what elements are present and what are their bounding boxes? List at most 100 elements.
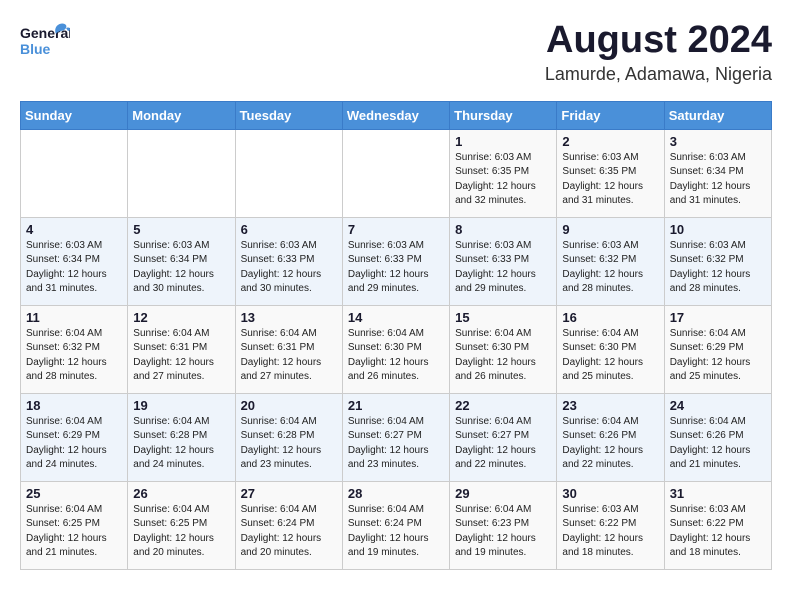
month-year-title: August 2024: [545, 20, 772, 62]
day-number: 25: [26, 486, 122, 501]
calendar-day-cell: 26 Sunrise: 6:04 AM Sunset: 6:25 PM Dayli…: [128, 481, 235, 569]
day-number: 20: [241, 398, 337, 413]
day-of-week-header: Thursday: [450, 101, 557, 129]
day-number: 1: [455, 134, 551, 149]
calendar-week-row: 18 Sunrise: 6:04 AM Sunset: 6:29 PM Dayli…: [21, 393, 772, 481]
day-of-week-header: Friday: [557, 101, 664, 129]
calendar-day-cell: 10Sunrise: 6:03 AM Sunset: 6:32 PM Dayli…: [664, 217, 771, 305]
day-number: 24: [670, 398, 766, 413]
day-info: Sunrise: 6:04 AM Sunset: 6:25 PM Dayligh…: [133, 503, 229, 561]
calendar-day-cell: [21, 129, 128, 217]
day-info: Sunrise: 6:03 AM Sunset: 6:32 PM Dayligh…: [562, 239, 658, 297]
calendar-day-cell: 17 Sunrise: 6:04 AM Sunset: 6:29 PM Dayli…: [664, 305, 771, 393]
day-info: Sunrise: 6:04 AM Sunset: 6:32 PM Dayligh…: [26, 327, 122, 385]
day-number: 30: [562, 486, 658, 501]
calendar-day-cell: 29Sunrise: 6:04 AM Sunset: 6:23 PM Dayli…: [450, 481, 557, 569]
day-info: Sunrise: 6:04 AM Sunset: 6:30 PM Dayligh…: [562, 327, 658, 385]
day-number: 5: [133, 222, 229, 237]
calendar-day-cell: 9 Sunrise: 6:03 AM Sunset: 6:32 PM Daylig…: [557, 217, 664, 305]
day-info: Sunrise: 6:04 AM Sunset: 6:30 PM Dayligh…: [348, 327, 444, 385]
calendar-header: SundayMondayTuesdayWednesdayThursdayFrid…: [21, 101, 772, 129]
day-number: 27: [241, 486, 337, 501]
day-info: Sunrise: 6:03 AM Sunset: 6:34 PM Dayligh…: [670, 151, 766, 209]
day-number: 15: [455, 310, 551, 325]
svg-text:Blue: Blue: [20, 41, 51, 57]
day-number: 2: [562, 134, 658, 149]
calendar-day-cell: 16 Sunrise: 6:04 AM Sunset: 6:30 PM Dayli…: [557, 305, 664, 393]
day-number: 6: [241, 222, 337, 237]
day-of-week-header: Wednesday: [342, 101, 449, 129]
calendar-day-cell: 11 Sunrise: 6:04 AM Sunset: 6:32 PM Dayli…: [21, 305, 128, 393]
day-info: Sunrise: 6:04 AM Sunset: 6:29 PM Dayligh…: [670, 327, 766, 385]
day-info: Sunrise: 6:04 AM Sunset: 6:31 PM Dayligh…: [133, 327, 229, 385]
calendar-week-row: 25 Sunrise: 6:04 AM Sunset: 6:25 PM Dayli…: [21, 481, 772, 569]
day-info: Sunrise: 6:03 AM Sunset: 6:33 PM Dayligh…: [348, 239, 444, 297]
page-header: General Blue August 2024 Lamurde, Adamaw…: [20, 20, 772, 85]
day-number: 22: [455, 398, 551, 413]
day-info: Sunrise: 6:03 AM Sunset: 6:34 PM Dayligh…: [26, 239, 122, 297]
calendar-day-cell: 19 Sunrise: 6:04 AM Sunset: 6:28 PM Dayli…: [128, 393, 235, 481]
day-info: Sunrise: 6:04 AM Sunset: 6:27 PM Dayligh…: [455, 415, 551, 473]
calendar-day-cell: 1 Sunrise: 6:03 AM Sunset: 6:35 PM Daylig…: [450, 129, 557, 217]
calendar-week-row: 1 Sunrise: 6:03 AM Sunset: 6:35 PM Daylig…: [21, 129, 772, 217]
calendar-day-cell: 24Sunrise: 6:04 AM Sunset: 6:26 PM Dayli…: [664, 393, 771, 481]
calendar-day-cell: 31Sunrise: 6:03 AM Sunset: 6:22 PM Dayli…: [664, 481, 771, 569]
day-info: Sunrise: 6:04 AM Sunset: 6:24 PM Dayligh…: [241, 503, 337, 561]
day-info: Sunrise: 6:04 AM Sunset: 6:28 PM Dayligh…: [133, 415, 229, 473]
day-info: Sunrise: 6:03 AM Sunset: 6:33 PM Dayligh…: [241, 239, 337, 297]
calendar-day-cell: 20Sunrise: 6:04 AM Sunset: 6:28 PM Dayli…: [235, 393, 342, 481]
calendar-day-cell: 28Sunrise: 6:04 AM Sunset: 6:24 PM Dayli…: [342, 481, 449, 569]
day-number: 3: [670, 134, 766, 149]
day-number: 11: [26, 310, 122, 325]
calendar-table: SundayMondayTuesdayWednesdayThursdayFrid…: [20, 101, 772, 570]
day-number: 23: [562, 398, 658, 413]
day-info: Sunrise: 6:04 AM Sunset: 6:31 PM Dayligh…: [241, 327, 337, 385]
location-subtitle: Lamurde, Adamawa, Nigeria: [545, 64, 772, 85]
day-of-week-header: Saturday: [664, 101, 771, 129]
day-info: Sunrise: 6:03 AM Sunset: 6:22 PM Dayligh…: [670, 503, 766, 561]
day-info: Sunrise: 6:04 AM Sunset: 6:23 PM Dayligh…: [455, 503, 551, 561]
calendar-day-cell: 2Sunrise: 6:03 AM Sunset: 6:35 PM Daylig…: [557, 129, 664, 217]
day-info: Sunrise: 6:04 AM Sunset: 6:24 PM Dayligh…: [348, 503, 444, 561]
calendar-day-cell: 14 Sunrise: 6:04 AM Sunset: 6:30 PM Dayli…: [342, 305, 449, 393]
calendar-day-cell: 21 Sunrise: 6:04 AM Sunset: 6:27 PM Dayli…: [342, 393, 449, 481]
logo: General Blue: [20, 20, 70, 60]
day-number: 21: [348, 398, 444, 413]
day-of-week-header: Monday: [128, 101, 235, 129]
calendar-day-cell: 5Sunrise: 6:03 AM Sunset: 6:34 PM Daylig…: [128, 217, 235, 305]
day-of-week-header: Sunday: [21, 101, 128, 129]
calendar-day-cell: [235, 129, 342, 217]
day-number: 13: [241, 310, 337, 325]
calendar-day-cell: 12 Sunrise: 6:04 AM Sunset: 6:31 PM Dayli…: [128, 305, 235, 393]
day-number: 7: [348, 222, 444, 237]
day-number: 19: [133, 398, 229, 413]
day-number: 14: [348, 310, 444, 325]
calendar-day-cell: [342, 129, 449, 217]
calendar-day-cell: 15 Sunrise: 6:04 AM Sunset: 6:30 PM Dayli…: [450, 305, 557, 393]
day-number: 17: [670, 310, 766, 325]
day-number: 9: [562, 222, 658, 237]
calendar-day-cell: 22 Sunrise: 6:04 AM Sunset: 6:27 PM Dayli…: [450, 393, 557, 481]
calendar-day-cell: 23 Sunrise: 6:04 AM Sunset: 6:26 PM Dayli…: [557, 393, 664, 481]
day-number: 16: [562, 310, 658, 325]
calendar-day-cell: 7 Sunrise: 6:03 AM Sunset: 6:33 PM Daylig…: [342, 217, 449, 305]
day-info: Sunrise: 6:04 AM Sunset: 6:29 PM Dayligh…: [26, 415, 122, 473]
day-info: Sunrise: 6:04 AM Sunset: 6:26 PM Dayligh…: [562, 415, 658, 473]
day-info: Sunrise: 6:03 AM Sunset: 6:22 PM Dayligh…: [562, 503, 658, 561]
calendar-week-row: 11 Sunrise: 6:04 AM Sunset: 6:32 PM Dayli…: [21, 305, 772, 393]
calendar-day-cell: 18 Sunrise: 6:04 AM Sunset: 6:29 PM Dayli…: [21, 393, 128, 481]
day-number: 26: [133, 486, 229, 501]
calendar-day-cell: 25Sunrise: 6:04 AM Sunset: 6:25 PM Dayli…: [21, 481, 128, 569]
calendar-day-cell: 8Sunrise: 6:03 AM Sunset: 6:33 PM Daylig…: [450, 217, 557, 305]
day-info: Sunrise: 6:04 AM Sunset: 6:30 PM Dayligh…: [455, 327, 551, 385]
day-number: 18: [26, 398, 122, 413]
day-number: 12: [133, 310, 229, 325]
calendar-day-cell: 30 Sunrise: 6:03 AM Sunset: 6:22 PM Dayli…: [557, 481, 664, 569]
days-of-week-row: SundayMondayTuesdayWednesdayThursdayFrid…: [21, 101, 772, 129]
calendar-day-cell: 13 Sunrise: 6:04 AM Sunset: 6:31 PM Dayli…: [235, 305, 342, 393]
calendar-day-cell: [128, 129, 235, 217]
day-info: Sunrise: 6:04 AM Sunset: 6:27 PM Dayligh…: [348, 415, 444, 473]
day-info: Sunrise: 6:03 AM Sunset: 6:35 PM Dayligh…: [455, 151, 551, 209]
calendar-day-cell: 6 Sunrise: 6:03 AM Sunset: 6:33 PM Daylig…: [235, 217, 342, 305]
calendar-body: 1 Sunrise: 6:03 AM Sunset: 6:35 PM Daylig…: [21, 129, 772, 569]
